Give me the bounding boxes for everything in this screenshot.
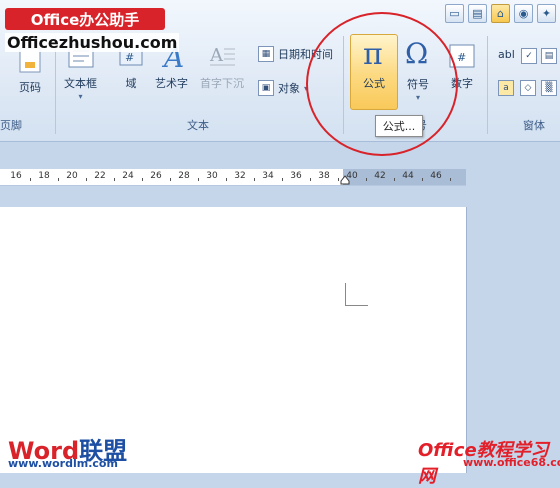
- svg-text:#: #: [125, 51, 134, 64]
- watermark-office68-url: www.office68.com: [463, 456, 560, 469]
- ruler-tick-label: 18: [38, 171, 50, 181]
- watermark-url: Officezhushou.com: [5, 33, 180, 52]
- object-icon: ▣: [258, 80, 274, 96]
- watermark-wordlm-url: www.wordlm.com: [8, 457, 118, 470]
- dropcap-label: 首字下沉: [200, 77, 244, 90]
- ruler-tick-label: 24: [122, 171, 134, 181]
- ruler-tick-mark: [338, 178, 339, 181]
- ruler-tick-label: 46: [430, 171, 442, 181]
- globe-icon[interactable]: ◉: [514, 4, 533, 23]
- ruler-tick-mark: [422, 178, 423, 181]
- field-label: 域: [125, 77, 137, 90]
- ruler-tick-label: 32: [234, 171, 246, 181]
- ruler-tick-mark: [450, 178, 451, 181]
- annotation-circle: [306, 12, 458, 156]
- indent-marker-icon[interactable]: [340, 175, 350, 185]
- object-label: 对象: [278, 82, 300, 95]
- ruler-tick-mark: [282, 178, 283, 181]
- svg-text:A: A: [209, 45, 224, 66]
- object-button[interactable]: ▣ 对象 ▾: [258, 80, 308, 96]
- ruler-tick-mark: [58, 178, 59, 181]
- svg-text:#: #: [457, 51, 466, 64]
- combo-control-button[interactable]: ▤: [541, 48, 557, 64]
- calendar-icon: ▦: [258, 46, 274, 62]
- ruler-tick-mark: [366, 178, 367, 181]
- ruler-tick-label: 44: [402, 171, 414, 181]
- ruler-tick-mark: [254, 178, 255, 181]
- form-text-button[interactable]: a: [498, 80, 514, 96]
- group-separator: [487, 36, 488, 134]
- window-icon[interactable]: ▤: [468, 4, 487, 23]
- group-label-footer: 页脚: [0, 119, 22, 132]
- group-label-forms: 窗体: [523, 119, 545, 132]
- textfield-control-button[interactable]: abl: [498, 48, 515, 61]
- help-icon[interactable]: ✦: [537, 4, 556, 23]
- eraser-button[interactable]: ◇: [520, 80, 536, 96]
- group-label-text: 文本: [187, 119, 209, 132]
- restore-icon[interactable]: ▭: [445, 4, 464, 23]
- ruler-tick-label: 16: [10, 171, 22, 181]
- checkbox-control-button[interactable]: ✓: [521, 48, 537, 64]
- ruler-tick-mark: [170, 178, 171, 181]
- text-a-icon: a: [498, 80, 514, 96]
- horizontal-ruler[interactable]: 16 18 20 22 24 26 28 30 32 34 36 38 40 42 44 46: [0, 169, 466, 186]
- eraser-icon: ◇: [520, 80, 536, 96]
- quick-access-bar: ▭ ▤ ⌂ ◉ ✦: [445, 4, 556, 23]
- ruler-tick-mark: [226, 178, 227, 181]
- ruler-tick-label: 42: [374, 171, 386, 181]
- form-shading-button[interactable]: ▒: [541, 80, 557, 96]
- checkbox-icon: ✓: [521, 48, 537, 64]
- ruler-tick-mark: [142, 178, 143, 181]
- textbox-label: 文本框: [64, 77, 97, 90]
- ruler-tick-label: 36: [290, 171, 302, 181]
- ruler-tick-label: 38: [318, 171, 330, 181]
- ruler-tick-label: 22: [94, 171, 106, 181]
- ruler-tick-label: 26: [150, 171, 162, 181]
- ruler-tick-label: 28: [178, 171, 190, 181]
- ruler-tick-mark: [394, 178, 395, 181]
- ruler-tick-mark: [86, 178, 87, 181]
- dropcap-icon: A: [206, 40, 238, 72]
- ruler-tick-mark: [310, 178, 311, 181]
- shading-icon: ▒: [541, 80, 557, 96]
- ruler-tick-mark: [114, 178, 115, 181]
- ruler-tick-label: 34: [262, 171, 274, 181]
- wordart-label: 艺术字: [155, 77, 188, 90]
- ruler-tick-label: 20: [66, 171, 78, 181]
- combobox-icon: ▤: [541, 48, 557, 64]
- ruler-tick-mark: [30, 178, 31, 181]
- abl-label: abl: [498, 48, 515, 61]
- textbox-dropdown-icon: ▾: [78, 92, 83, 101]
- ruler-tick-mark: [198, 178, 199, 181]
- watermark-badge: Office办公助手: [5, 8, 165, 30]
- text-boundary-mark: [345, 283, 368, 306]
- page-number-label: 页码: [19, 81, 41, 94]
- dropcap-button[interactable]: A 首字下沉: [200, 40, 244, 91]
- ruler-tick-label: 30: [206, 171, 218, 181]
- home-icon[interactable]: ⌂: [491, 4, 510, 23]
